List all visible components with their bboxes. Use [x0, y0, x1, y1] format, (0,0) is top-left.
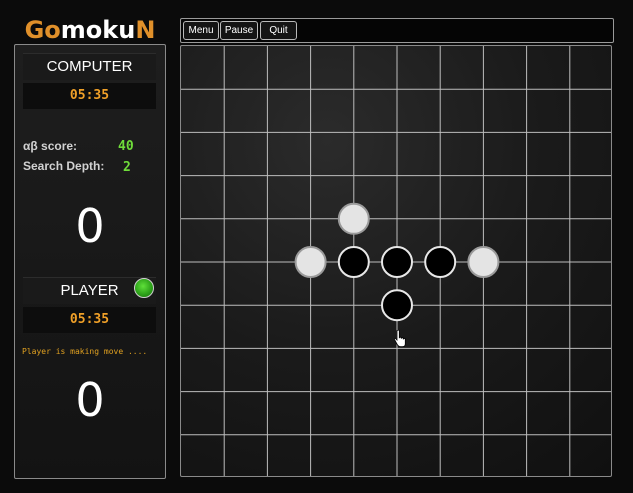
alpha-beta-score-label: αβ score: [23, 139, 78, 153]
toolbar: Menu Pause Quit [180, 18, 614, 43]
turn-indicator-icon [134, 278, 154, 298]
black-stone [381, 246, 413, 278]
score-sidebar: COMPUTER 05:35 αβ score: 40 Search Depth… [14, 44, 166, 479]
computer-score: 0 [75, 199, 105, 253]
menu-button[interactable]: Menu [183, 21, 219, 40]
search-depth-value: 2 [123, 160, 131, 175]
alpha-beta-score-value: 40 [118, 139, 134, 154]
app-logo: GomokuN [16, 12, 164, 48]
logo-part-n: N [135, 16, 156, 44]
pause-button[interactable]: Pause [220, 21, 258, 40]
white-stone [337, 202, 370, 235]
black-stone [337, 246, 370, 278]
logo-part-moku: moku [60, 16, 136, 44]
game-board[interactable] [180, 45, 612, 477]
player-status-text: Player is making move .... [22, 347, 148, 356]
computer-timer: 05:35 [23, 83, 156, 109]
board-grid[interactable] [181, 46, 612, 477]
black-stone [424, 246, 457, 278]
player-timer: 05:35 [23, 307, 156, 333]
logo-part-go: Go [24, 16, 61, 44]
black-stone [381, 289, 413, 322]
white-stone [294, 246, 327, 278]
white-stone [467, 246, 500, 278]
quit-button[interactable]: Quit [260, 21, 297, 40]
computer-name-label: COMPUTER [23, 53, 156, 80]
search-depth-label: Search Depth: [23, 159, 105, 173]
hand-pointer-icon [394, 330, 406, 348]
player-score: 0 [75, 373, 105, 427]
